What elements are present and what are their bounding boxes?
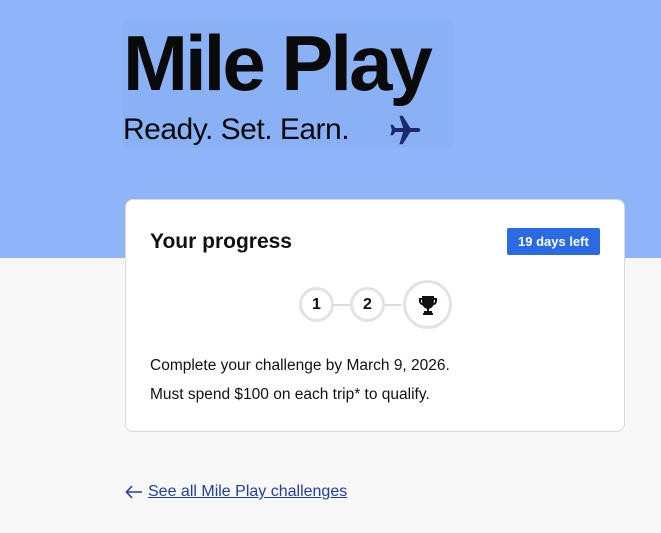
arrow-left-icon [125, 485, 142, 499]
step-connector [384, 304, 401, 306]
trophy-icon [418, 295, 437, 315]
step-1: 1 [299, 287, 334, 322]
qualify-text: Must spend $100 on each trip* to qualify… [150, 386, 430, 403]
progress-card: Your progress 19 days left 1 2 Complete … [125, 199, 625, 432]
see-all-challenges-link[interactable]: See all Mile Play challenges [125, 482, 347, 502]
brand-tagline: Ready. Set. Earn. [123, 113, 350, 146]
step-connector [333, 304, 350, 306]
progress-title: Your progress [150, 230, 292, 253]
step-2: 2 [350, 287, 385, 322]
progress-steps: 1 2 [299, 280, 454, 330]
trophy-step [403, 280, 452, 329]
deadline-text: Complete your challenge by March 9, 2026… [150, 357, 450, 374]
see-all-challenges-label: See all Mile Play challenges [148, 483, 348, 500]
plane-icon [390, 115, 421, 145]
brand-title: Mile Play [123, 19, 433, 107]
brand-logo: Mile Play Ready. Set. Earn. [123, 20, 453, 148]
days-left-badge: 19 days left [507, 228, 600, 255]
